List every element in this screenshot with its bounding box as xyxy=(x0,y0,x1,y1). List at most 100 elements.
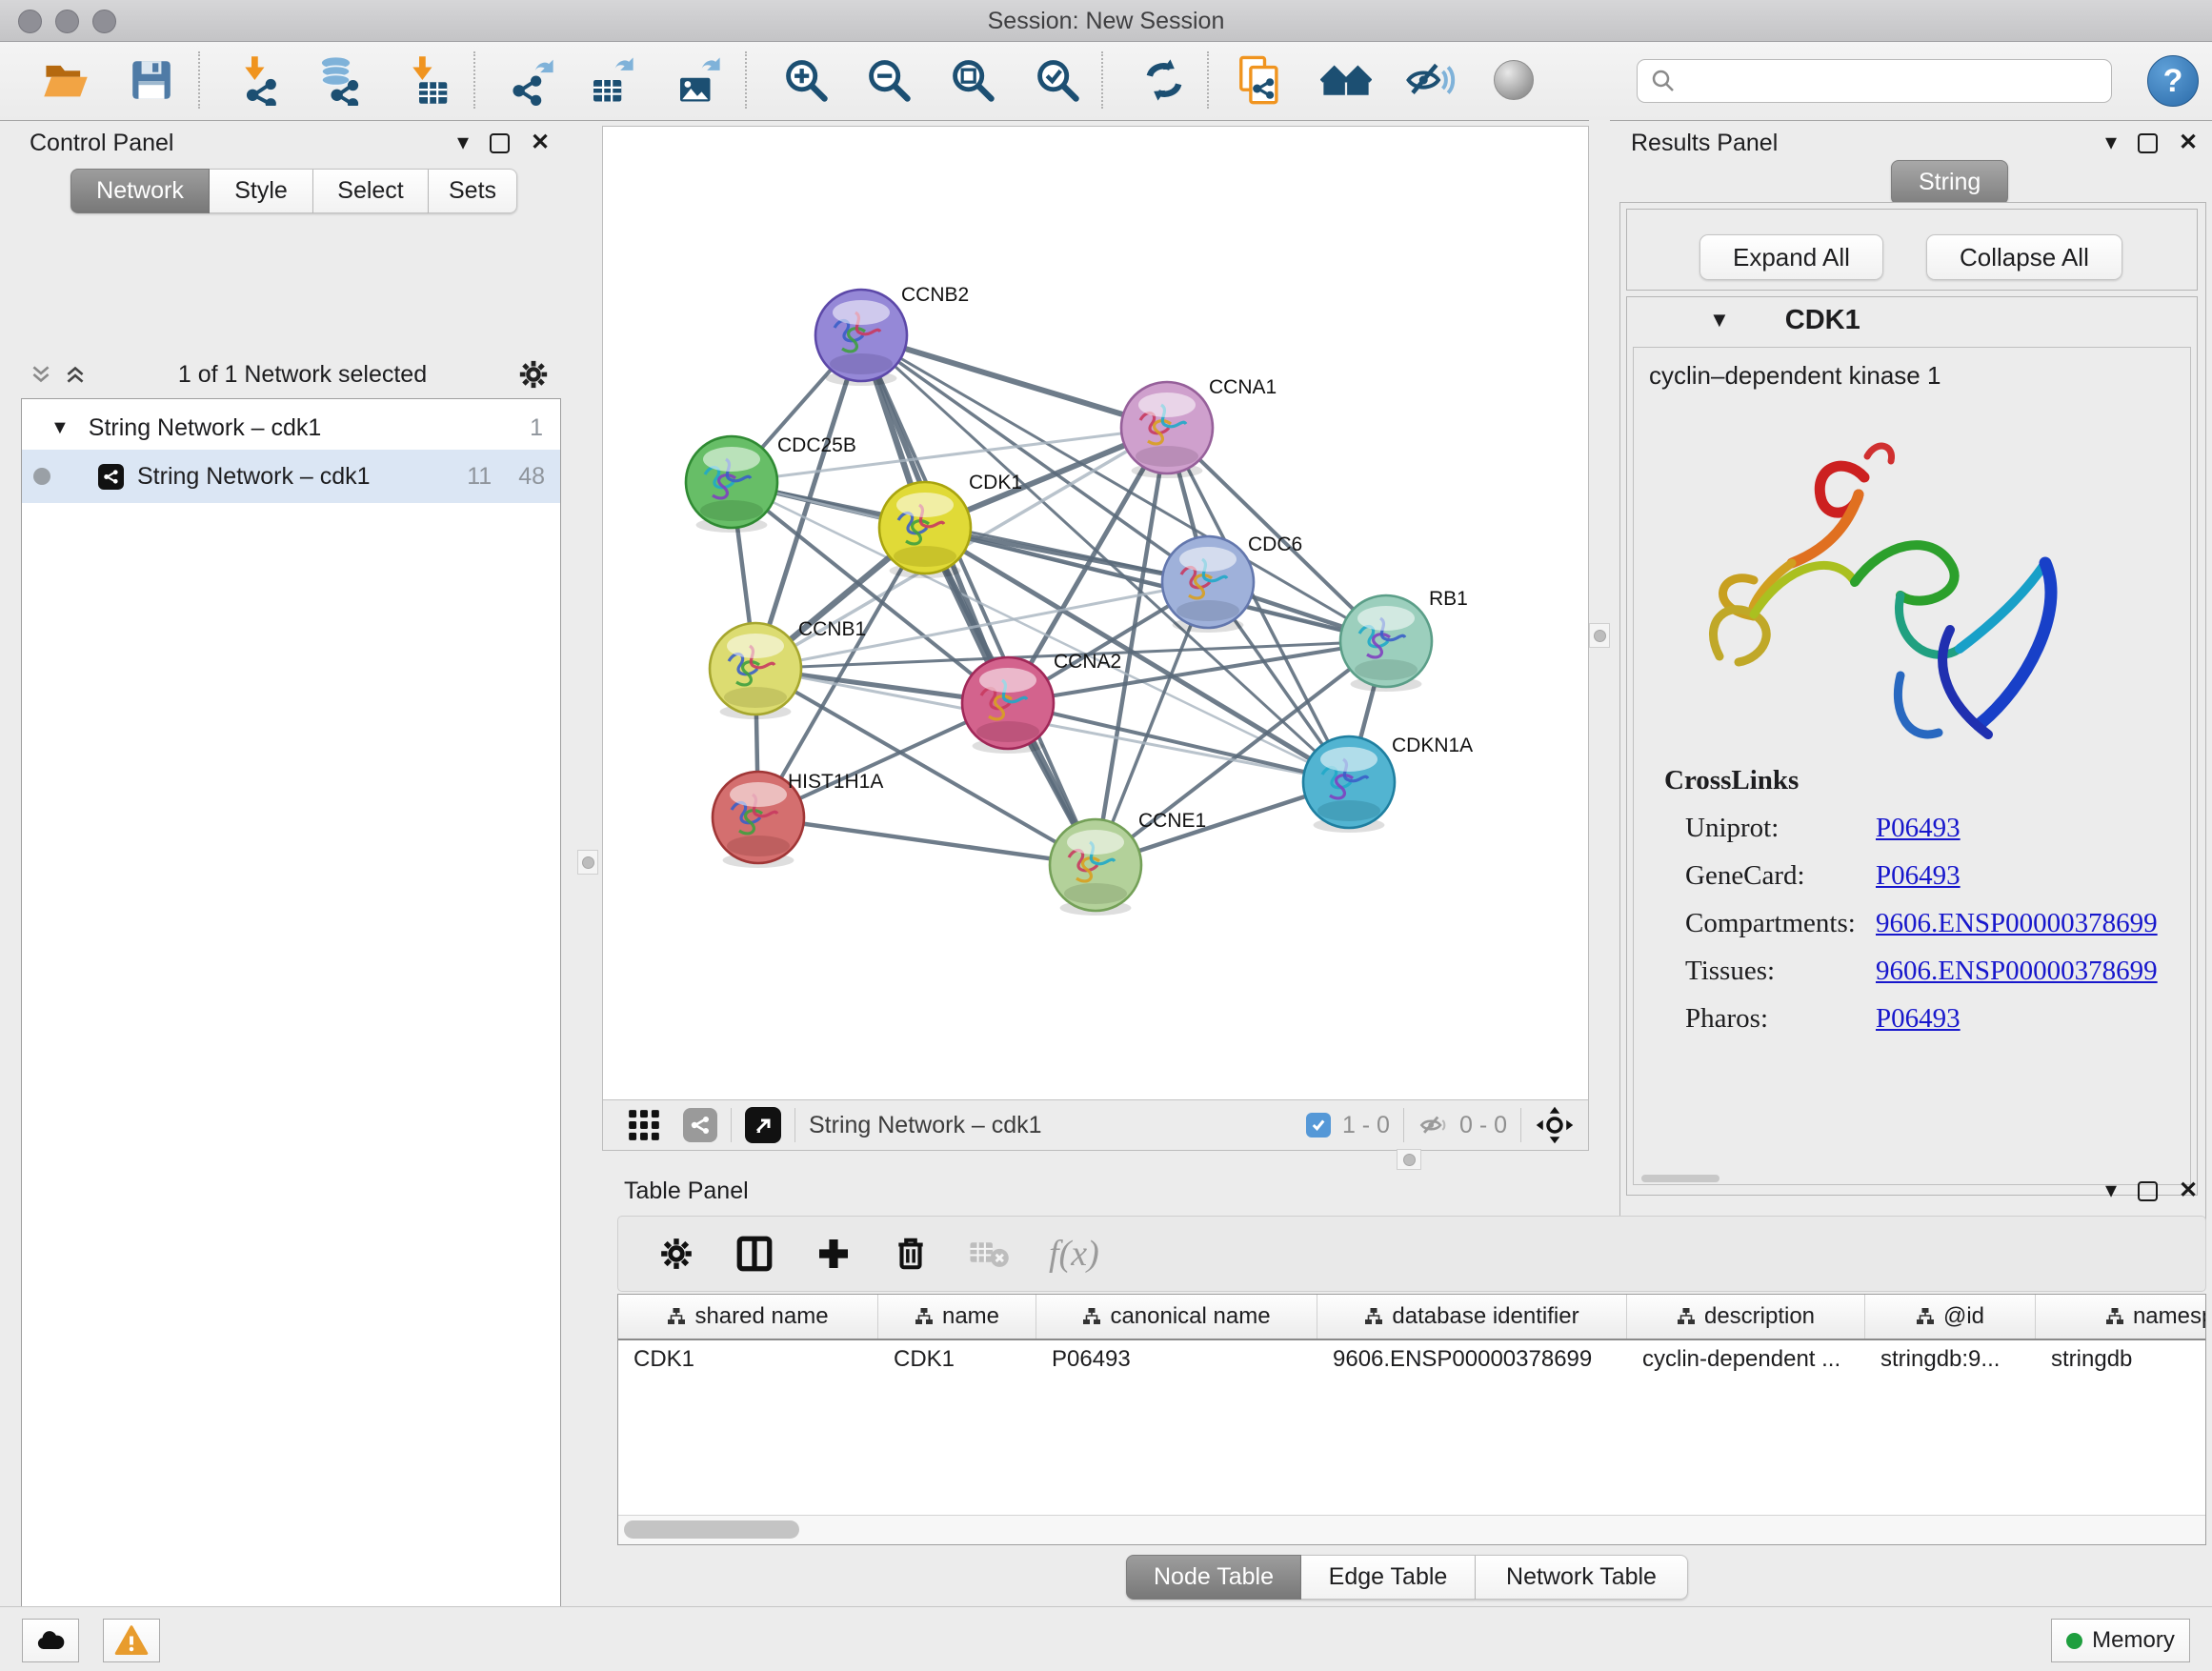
crosslink-uniprot-link[interactable]: P06493 xyxy=(1876,813,1961,844)
show-columns-button[interactable] xyxy=(734,1234,774,1274)
network-node-RB1[interactable] xyxy=(1340,595,1432,692)
close-panel-icon[interactable]: ✕ xyxy=(2179,1179,2198,1202)
crosslink-compartments-link[interactable]: 9606.ENSP00000378699 xyxy=(1876,908,2158,939)
search-icon xyxy=(1649,67,1678,95)
network-selection-status: 1 of 1 Network selected xyxy=(88,361,517,389)
export-table-button[interactable] xyxy=(583,50,638,111)
node-label-CDC25B: CDC25B xyxy=(777,434,856,456)
open-session-button[interactable] xyxy=(38,50,93,111)
warnings-button[interactable] xyxy=(103,1619,160,1662)
crosslink-genecard-link[interactable]: P06493 xyxy=(1876,860,1961,892)
tab-network[interactable]: Network xyxy=(70,169,210,213)
network-canvas[interactable]: CCNB2CCNA1CDC25BCDK1CDC6RB1CCNB1CCNA2CDK… xyxy=(603,127,1588,1100)
tab-network-table[interactable]: Network Table xyxy=(1476,1555,1688,1600)
column-header-database-identifier[interactable]: database identifier xyxy=(1317,1295,1627,1339)
column-header-description[interactable]: description xyxy=(1627,1295,1865,1339)
node-results-box: ▼ CDK1 cyclin–dependent kinase 1 xyxy=(1626,296,2198,1196)
column-type-icon xyxy=(1082,1307,1101,1326)
network-edge-CCNA2-CDKN1A[interactable] xyxy=(1008,703,1349,782)
memory-button[interactable]: Memory xyxy=(2051,1619,2190,1662)
help-button[interactable]: ? xyxy=(2147,55,2199,107)
column-header-canonical-name[interactable]: canonical name xyxy=(1036,1295,1317,1339)
network-from-clipboard-button[interactable] xyxy=(1233,50,1288,111)
crosslinks-section: CrossLinks Uniprot: P06493 GeneCard: P06… xyxy=(1664,765,2158,1035)
crosslink-pharos-link[interactable]: P06493 xyxy=(1876,1003,1961,1035)
network-node-CDC6[interactable] xyxy=(1162,536,1254,633)
grid-view-icon[interactable] xyxy=(626,1107,662,1143)
tab-select[interactable]: Select xyxy=(313,169,429,213)
section-collapse-icon[interactable]: ▼ xyxy=(1709,308,1730,332)
network-status-dot xyxy=(33,468,50,485)
column-header-id[interactable]: @id xyxy=(1865,1295,2036,1339)
crosslink-label: GeneCard: xyxy=(1685,860,1876,892)
selected-checkbox[interactable] xyxy=(1306,1113,1331,1137)
birds-eye-toggle-icon[interactable] xyxy=(1535,1105,1575,1145)
import-network-from-database-button[interactable] xyxy=(312,50,368,111)
export-image-button[interactable] xyxy=(670,50,725,111)
table-settings-button[interactable] xyxy=(658,1236,694,1272)
network-edge-CCNB2-CCNA1[interactable] xyxy=(861,335,1167,428)
network-edge-HIST1H1A-CCNE1[interactable] xyxy=(758,817,1096,865)
column-header-name[interactable]: name xyxy=(878,1295,1036,1339)
toolbar-search[interactable] xyxy=(1637,59,2112,103)
left-splitter-handle[interactable] xyxy=(577,850,598,875)
refresh-button[interactable] xyxy=(1136,50,1192,111)
scrollbar-thumb[interactable] xyxy=(624,1520,799,1539)
float-panel-icon[interactable] xyxy=(490,133,510,153)
horizontal-splitter-handle[interactable] xyxy=(1397,1149,1421,1170)
first-neighbors-button[interactable] xyxy=(1318,50,1374,111)
tab-string[interactable]: String xyxy=(1891,160,2008,205)
network-node-CCNB1[interactable] xyxy=(710,623,801,719)
collection-expand-icon[interactable]: ▼ xyxy=(50,417,70,439)
zoom-selected-button[interactable] xyxy=(1030,50,1085,111)
node-section-header[interactable]: ▼ CDK1 xyxy=(1627,297,2197,343)
network-node-CCNE1[interactable] xyxy=(1050,819,1141,916)
create-column-button[interactable] xyxy=(814,1235,853,1273)
gear-icon[interactable] xyxy=(517,358,550,391)
zoom-fit-button[interactable] xyxy=(945,50,1000,111)
network-node-CCNA1[interactable] xyxy=(1121,382,1213,478)
table-row[interactable]: CDK1 CDK1 P06493 9606.ENSP00000378699 cy… xyxy=(618,1340,2205,1379)
tab-edge-table[interactable]: Edge Table xyxy=(1301,1555,1476,1600)
show-all-button[interactable] xyxy=(1486,50,1541,111)
zoom-in-button[interactable] xyxy=(778,50,834,111)
panel-menu-icon[interactable]: ▾ xyxy=(457,131,469,154)
close-panel-icon[interactable]: ✕ xyxy=(531,131,550,154)
delete-columns-button[interactable] xyxy=(893,1236,929,1272)
float-panel-icon[interactable] xyxy=(2138,133,2158,153)
hide-selected-button[interactable] xyxy=(1402,50,1458,111)
network-node-CDC25B[interactable] xyxy=(686,436,777,533)
panel-menu-icon[interactable]: ▾ xyxy=(2105,1179,2117,1202)
network-edge-CCNB2-CCNE1[interactable] xyxy=(861,335,1096,865)
table-horizontal-scrollbar[interactable] xyxy=(618,1515,2205,1544)
network-label: String Network – cdk1 xyxy=(137,463,371,491)
import-network-button[interactable] xyxy=(232,50,288,111)
column-header-namespace[interactable]: namespace xyxy=(2036,1295,2206,1339)
tab-sets[interactable]: Sets xyxy=(429,169,517,213)
collapse-all-icon[interactable] xyxy=(29,362,53,387)
network-node-CDKN1A[interactable] xyxy=(1303,736,1395,833)
export-network-button[interactable] xyxy=(503,50,558,111)
expand-all-icon[interactable] xyxy=(63,362,88,387)
search-input[interactable] xyxy=(1685,67,2103,95)
save-session-button[interactable] xyxy=(124,50,179,111)
network-row-selected[interactable]: String Network – cdk1 11 48 xyxy=(22,450,560,503)
zoom-out-button[interactable] xyxy=(861,50,916,111)
network-node-CDK1[interactable] xyxy=(879,482,971,578)
collapse-all-button[interactable]: Collapse All xyxy=(1926,234,2122,280)
right-splitter-handle[interactable] xyxy=(1589,623,1610,648)
import-table-button[interactable] xyxy=(400,50,455,111)
column-type-icon xyxy=(915,1307,934,1326)
tab-style[interactable]: Style xyxy=(210,169,313,213)
expand-all-button[interactable]: Expand All xyxy=(1699,234,1883,280)
cloud-status-button[interactable] xyxy=(22,1619,79,1662)
network-share-icon[interactable] xyxy=(683,1108,717,1142)
tab-node-table[interactable]: Node Table xyxy=(1126,1555,1301,1600)
close-panel-icon[interactable]: ✕ xyxy=(2179,131,2198,154)
column-header-shared-name[interactable]: shared name xyxy=(618,1295,878,1339)
float-panel-icon[interactable] xyxy=(2138,1181,2158,1201)
detach-view-icon[interactable] xyxy=(745,1107,781,1143)
network-collection-row[interactable]: ▼ String Network – cdk1 1 xyxy=(22,406,560,450)
panel-menu-icon[interactable]: ▾ xyxy=(2105,131,2117,154)
crosslink-tissues-link[interactable]: 9606.ENSP00000378699 xyxy=(1876,956,2158,987)
